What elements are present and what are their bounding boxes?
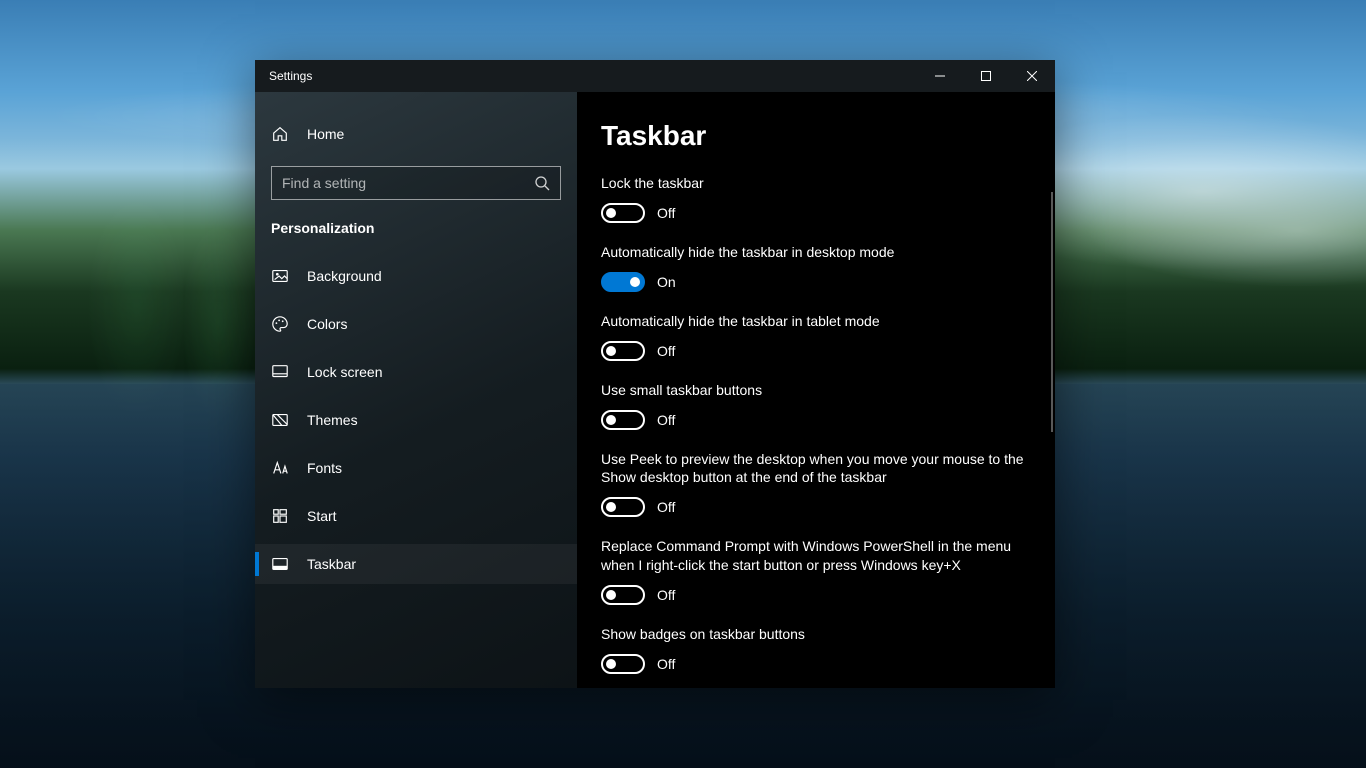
- toggle-switch[interactable]: [601, 272, 645, 292]
- setting-label: Replace Command Prompt with Windows Powe…: [601, 537, 1031, 575]
- titlebar[interactable]: Settings: [255, 60, 1055, 92]
- setting-label: Use Peek to preview the desktop when you…: [601, 450, 1031, 488]
- nav-item-taskbar[interactable]: Taskbar: [255, 544, 577, 584]
- category-header: Personalization: [255, 214, 577, 250]
- setting-label: Show badges on taskbar buttons: [601, 625, 1031, 644]
- setting-row: Use Peek to preview the desktop when you…: [601, 450, 1031, 518]
- sidebar: Home Personalization Background Colors Loc…: [255, 92, 577, 688]
- toggle-switch[interactable]: [601, 585, 645, 605]
- nav-item-start[interactable]: Start: [255, 496, 577, 536]
- nav-item-label: Background: [307, 268, 382, 284]
- nav-item-label: Start: [307, 508, 337, 524]
- nav-item-label: Taskbar: [307, 556, 356, 572]
- start-icon: [271, 507, 289, 525]
- nav-item-fonts[interactable]: Fonts: [255, 448, 577, 488]
- setting-row: Replace Command Prompt with Windows Powe…: [601, 537, 1031, 605]
- scrollbar[interactable]: [1051, 192, 1053, 432]
- toggle-state: Off: [657, 412, 675, 428]
- nav-item-background[interactable]: Background: [255, 256, 577, 296]
- toggle-state: Off: [657, 587, 675, 603]
- home-icon: [271, 125, 289, 143]
- themes-icon: [271, 411, 289, 429]
- toggle-switch[interactable]: [601, 497, 645, 517]
- search-icon: [534, 175, 550, 191]
- toggle-switch[interactable]: [601, 203, 645, 223]
- toggle-switch[interactable]: [601, 654, 645, 674]
- page-title: Taskbar: [601, 120, 1055, 152]
- toggle-state: On: [657, 274, 676, 290]
- setting-label: Automatically hide the taskbar in deskto…: [601, 243, 1031, 262]
- toggle-state: Off: [657, 205, 675, 221]
- nav-item-label: Lock screen: [307, 364, 382, 380]
- settings-window: Settings Home: [255, 60, 1055, 688]
- search-input[interactable]: [282, 175, 534, 191]
- toggle-switch[interactable]: [601, 341, 645, 361]
- toggle-state: Off: [657, 343, 675, 359]
- minimize-button[interactable]: [917, 60, 963, 92]
- setting-row: Automatically hide the taskbar in tablet…: [601, 312, 1031, 361]
- caption-buttons: [917, 60, 1055, 92]
- nav-item-label: Fonts: [307, 460, 342, 476]
- setting-label: Automatically hide the taskbar in tablet…: [601, 312, 1031, 331]
- maximize-button[interactable]: [963, 60, 1009, 92]
- nav-item-label: Colors: [307, 316, 347, 332]
- close-button[interactable]: [1009, 60, 1055, 92]
- nav-item-colors[interactable]: Colors: [255, 304, 577, 344]
- picture-icon: [271, 267, 289, 285]
- lockscreen-icon: [271, 363, 289, 381]
- setting-row: Use small taskbar buttons Off: [601, 381, 1031, 430]
- setting-label: Lock the taskbar: [601, 174, 1031, 193]
- nav-item-lock-screen[interactable]: Lock screen: [255, 352, 577, 392]
- palette-icon: [271, 315, 289, 333]
- taskbar-icon: [271, 555, 289, 573]
- nav-item-themes[interactable]: Themes: [255, 400, 577, 440]
- setting-label: Use small taskbar buttons: [601, 381, 1031, 400]
- nav-home-label: Home: [307, 126, 344, 142]
- setting-row: Show badges on taskbar buttons Off: [601, 625, 1031, 674]
- nav-item-label: Themes: [307, 412, 358, 428]
- setting-row: Lock the taskbar Off: [601, 174, 1031, 223]
- toggle-state: Off: [657, 656, 675, 672]
- toggle-switch[interactable]: [601, 410, 645, 430]
- setting-row: Automatically hide the taskbar in deskto…: [601, 243, 1031, 292]
- toggle-state: Off: [657, 499, 675, 515]
- nav-home[interactable]: Home: [255, 114, 577, 154]
- fonts-icon: [271, 459, 289, 477]
- window-title: Settings: [255, 69, 917, 83]
- content-pane: Taskbar Lock the taskbar Off Automatically…: [577, 92, 1055, 688]
- search-box[interactable]: [271, 166, 561, 200]
